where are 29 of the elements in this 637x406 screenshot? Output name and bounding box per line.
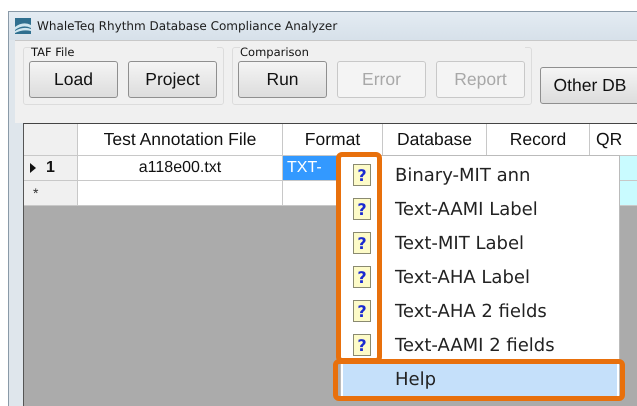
- menu-item[interactable]: Help: [343, 362, 617, 396]
- help-icon: ?: [353, 300, 371, 322]
- row-number: *: [33, 184, 38, 200]
- group-label: Comparison: [240, 45, 525, 59]
- help-icon: ?: [353, 334, 371, 356]
- menu-item[interactable]: ? Text-AAMI Label: [343, 192, 617, 226]
- column-header[interactable]: Format: [282, 124, 382, 155]
- menu-item[interactable]: ? Text-AHA 2 fields: [343, 294, 617, 328]
- column-header[interactable]: QR: [590, 124, 637, 155]
- column-header[interactable]: Record: [486, 124, 590, 155]
- wave-logo-icon: [15, 18, 31, 34]
- help-icon: ?: [353, 198, 371, 220]
- window-title: WhaleTeq Rhythm Database Compliance Analyzer: [37, 19, 338, 33]
- help-icon: ?: [353, 266, 371, 288]
- group-label: TAF File: [31, 45, 217, 59]
- menu-item[interactable]: ? Text-AAMI 2 fields: [343, 328, 617, 362]
- toolbar-button[interactable]: Project: [128, 61, 217, 98]
- help-icon: ?: [353, 232, 371, 254]
- toolbar-button[interactable]: Run: [238, 61, 327, 98]
- table-cell[interactable]: [78, 180, 282, 205]
- table-cell[interactable]: a118e00.txt: [78, 155, 282, 180]
- column-header[interactable]: Database: [382, 124, 486, 155]
- row-number: 1: [46, 158, 55, 176]
- menu-item[interactable]: ? Text-AHA Label: [343, 260, 617, 294]
- toolbar-button[interactable]: Other DB: [540, 67, 637, 104]
- column-header[interactable]: Test Annotation File: [78, 124, 282, 155]
- menu-item[interactable]: ? Text-MIT Label: [343, 226, 617, 260]
- help-icon: ?: [353, 164, 371, 186]
- toolbar-button[interactable]: Load: [29, 61, 118, 98]
